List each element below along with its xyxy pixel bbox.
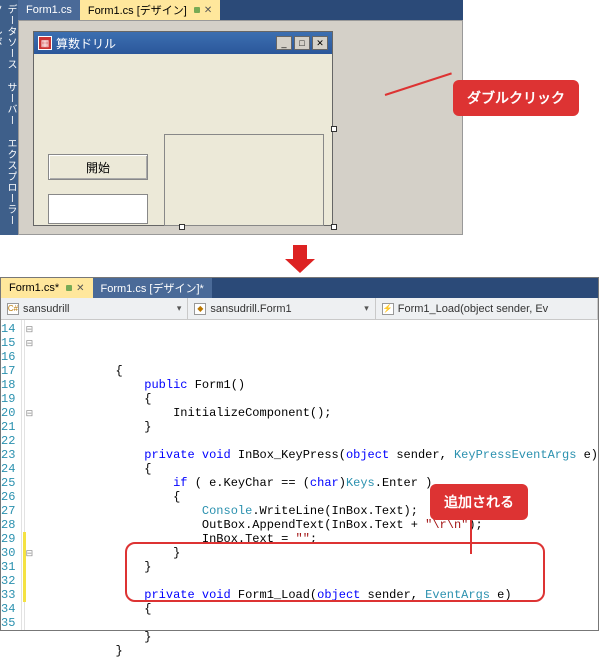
tab-form1-cs[interactable]: Form1.cs xyxy=(18,0,80,20)
document-tabbar-top: Form1.cs Form1.cs [デザイン] ✕ xyxy=(18,0,463,20)
document-tabbar-bottom: Form1.cs* ✕ Form1.cs [デザイン]* xyxy=(1,278,598,298)
line-number: 20 xyxy=(1,406,15,420)
minimize-icon[interactable]: _ xyxy=(276,36,292,50)
code-line[interactable] xyxy=(25,658,598,672)
line-number: 30 xyxy=(1,546,15,560)
pin-icon xyxy=(194,7,200,13)
resize-handle[interactable] xyxy=(331,224,337,230)
tab-label: Form1.cs [デザイン]* xyxy=(101,280,204,296)
code-line[interactable]: private void InBox_KeyPress(object sende… xyxy=(25,448,598,462)
tab-label: Form1.cs [デザイン] xyxy=(88,2,187,18)
code-line[interactable]: } xyxy=(25,644,598,658)
code-line[interactable]: } xyxy=(25,546,598,560)
navigation-bar: C# sansudrill ▾ ◆ sansudrill.Form1 ▾ ⚡ Form1_… xyxy=(1,298,598,320)
crumb-class[interactable]: ◆ sansudrill.Form1 ▾ xyxy=(188,298,375,319)
form-icon: ▦ xyxy=(38,36,52,50)
annotation-added: 追加される xyxy=(430,484,528,520)
code-line[interactable]: InitializeComponent(); xyxy=(25,406,598,420)
csharp-icon: C# xyxy=(7,303,19,315)
code-line[interactable] xyxy=(25,616,598,630)
pin-icon xyxy=(66,285,72,291)
code-line[interactable]: } xyxy=(25,560,598,574)
line-number: 16 xyxy=(1,350,15,364)
line-number: 24 xyxy=(1,462,15,476)
class-icon: ◆ xyxy=(194,303,206,315)
code-line[interactable]: } xyxy=(25,630,598,644)
line-number: 22 xyxy=(1,434,15,448)
code-line[interactable]: } xyxy=(25,420,598,434)
line-number: 28 xyxy=(1,518,15,532)
line-number-gutter: 1415161718192021222324252627282930313233… xyxy=(1,320,22,630)
tab-form1-design-dirty[interactable]: Form1.cs [デザイン]* xyxy=(93,278,212,298)
tab-label: Form1.cs* xyxy=(9,282,59,294)
line-number: 17 xyxy=(1,364,15,378)
side-toolbar[interactable]: データソース サーバー エクスプローラー ツールボ xyxy=(0,0,18,235)
form-title: 算数ドリル xyxy=(56,35,116,52)
maximize-icon[interactable]: □ xyxy=(294,36,310,50)
line-number: 23 xyxy=(1,448,15,462)
line-number: 34 xyxy=(1,602,15,616)
tab-form1-cs-dirty[interactable]: Form1.cs* ✕ xyxy=(1,278,93,298)
line-number: 25 xyxy=(1,476,15,490)
resize-handle[interactable] xyxy=(331,126,337,132)
method-icon: ⚡ xyxy=(382,303,394,315)
line-number: 15 xyxy=(1,336,15,350)
form-titlebar[interactable]: ▦ 算数ドリル _ □ ✕ xyxy=(34,32,332,54)
code-line[interactable]: { xyxy=(25,602,598,616)
close-icon[interactable]: ✕ xyxy=(76,283,84,294)
crumb-label: sansudrill.Form1 xyxy=(210,303,291,315)
annotation-double-click: ダブルクリック xyxy=(453,80,579,116)
tab-form1-design[interactable]: Form1.cs [デザイン] ✕ xyxy=(80,0,220,20)
code-line[interactable]: private void Form1_Load(object sender, E… xyxy=(25,588,598,602)
code-line[interactable]: OutBox.AppendText(InBox.Text + "\r\n"); xyxy=(25,518,598,532)
line-number: 14 xyxy=(1,322,15,336)
line-number: 29 xyxy=(1,532,15,546)
code-line[interactable]: public Form1() xyxy=(25,378,598,392)
tab-label: Form1.cs xyxy=(26,4,72,16)
textbox-control[interactable] xyxy=(48,194,148,224)
form-window[interactable]: ▦ 算数ドリル _ □ ✕ 開始 xyxy=(33,31,333,226)
code-line[interactable]: { xyxy=(25,462,598,476)
code-area[interactable]: { public Form1() { InitializeComponent()… xyxy=(25,320,598,630)
crumb-member[interactable]: ⚡ Form1_Load(object sender, Ev xyxy=(376,298,598,319)
crumb-label: sansudrill xyxy=(23,303,69,315)
code-line[interactable] xyxy=(25,574,598,588)
line-number: 18 xyxy=(1,378,15,392)
code-line[interactable] xyxy=(25,434,598,448)
crumb-namespace[interactable]: C# sansudrill ▾ xyxy=(1,298,188,319)
code-line[interactable]: InBox.Text = ""; xyxy=(25,532,598,546)
line-number: 21 xyxy=(1,420,15,434)
start-button[interactable]: 開始 xyxy=(48,154,148,180)
line-number: 27 xyxy=(1,504,15,518)
line-number: 19 xyxy=(1,392,15,406)
callout-label: 追加される xyxy=(430,484,528,520)
close-icon[interactable]: ✕ xyxy=(204,5,212,16)
code-line[interactable]: { xyxy=(25,392,598,406)
chevron-down-icon[interactable]: ▾ xyxy=(177,303,182,314)
groupbox-control[interactable] xyxy=(164,134,324,226)
line-number: 35 xyxy=(1,616,15,630)
line-number: 33 xyxy=(1,588,15,602)
resize-handle[interactable] xyxy=(179,224,185,230)
form-body[interactable]: 開始 xyxy=(34,54,332,225)
chevron-down-icon[interactable]: ▾ xyxy=(364,303,369,314)
design-surface[interactable]: ▦ 算数ドリル _ □ ✕ 開始 xyxy=(18,20,463,235)
arrow-down-icon xyxy=(285,245,315,271)
line-number: 32 xyxy=(1,574,15,588)
line-number: 31 xyxy=(1,560,15,574)
callout-label: ダブルクリック xyxy=(453,80,579,116)
line-number: 26 xyxy=(1,490,15,504)
crumb-label: Form1_Load(object sender, Ev xyxy=(398,303,548,315)
code-line[interactable]: { xyxy=(25,364,598,378)
close-icon[interactable]: ✕ xyxy=(312,36,328,50)
code-editor[interactable]: 1415161718192021222324252627282930313233… xyxy=(1,320,598,630)
